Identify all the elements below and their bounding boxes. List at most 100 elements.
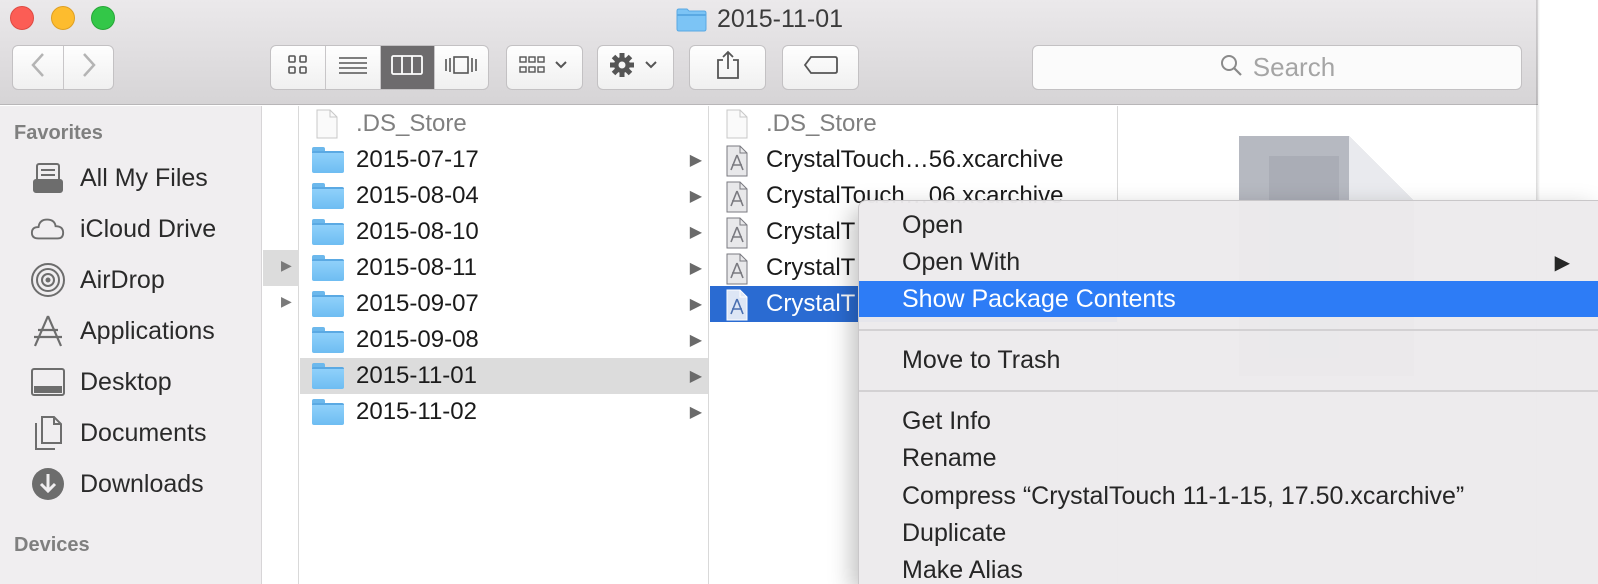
item-name: .DS_Store bbox=[766, 110, 877, 137]
zoom-window-button[interactable] bbox=[91, 6, 115, 30]
list-item[interactable]: .DS_Store bbox=[710, 106, 1117, 142]
nav-button-group bbox=[12, 45, 114, 90]
item-name: CrystalTouch…56.xcarchive bbox=[766, 146, 1064, 173]
list-item[interactable]: 2015-09-08 ▶ bbox=[300, 322, 708, 358]
window-title-text: 2015-11-01 bbox=[717, 4, 844, 33]
folder-icon bbox=[312, 289, 344, 319]
column-dates: .DS_Store 2015-07-17 ▶ 2015-08-04 ▶ 2015… bbox=[300, 106, 709, 584]
folder-icon bbox=[676, 8, 707, 32]
toolbar: 2015-11-01 Search bbox=[0, 0, 1538, 105]
tag-button[interactable] bbox=[782, 45, 859, 90]
item-name: 2015-08-11 bbox=[356, 254, 477, 281]
sidebar-item-applications[interactable]: Applications bbox=[30, 309, 215, 353]
disclosure-arrow-icon: ▶ bbox=[689, 224, 702, 241]
folder-icon bbox=[312, 181, 344, 211]
column-parent: ▶ ▶ bbox=[263, 106, 299, 584]
xcarchive-icon bbox=[722, 253, 754, 285]
menu-item-rename[interactable]: Rename bbox=[859, 440, 1598, 476]
icon-view-button[interactable] bbox=[271, 46, 325, 89]
gear-icon bbox=[608, 51, 664, 84]
item-name: 2015-11-02 bbox=[356, 398, 477, 425]
menu-item-label: Make Alias bbox=[902, 555, 1023, 584]
column-view-button[interactable] bbox=[379, 46, 434, 89]
devices-header: Devices bbox=[14, 534, 90, 556]
folder-icon bbox=[312, 145, 344, 175]
folder-icon bbox=[312, 397, 344, 427]
sidebar-item-label: Applications bbox=[80, 316, 215, 345]
back-button[interactable] bbox=[13, 46, 63, 89]
sidebar-item-all-my-files[interactable]: All My Files bbox=[30, 156, 208, 200]
menu-item-label: Compress “CrystalTouch 11-1-15, 17.50.xc… bbox=[902, 481, 1465, 510]
list-item[interactable]: CrystalTouch…56.xcarchive bbox=[710, 142, 1117, 178]
folder-icon bbox=[312, 325, 344, 355]
sidebar-item-airdrop[interactable]: AirDrop bbox=[30, 258, 165, 302]
sidebar-item-label: Downloads bbox=[80, 469, 204, 498]
disclosure-arrow-icon: ▶ bbox=[689, 368, 702, 385]
list-item[interactable]: 2015-08-11 ▶ bbox=[300, 250, 708, 286]
cover-flow-view-button[interactable] bbox=[433, 46, 488, 89]
airdrop-icon bbox=[30, 262, 66, 298]
forward-button[interactable] bbox=[63, 46, 113, 89]
action-button[interactable] bbox=[597, 45, 674, 90]
menu-item-compress[interactable]: Compress “CrystalTouch 11-1-15, 17.50.xc… bbox=[859, 478, 1598, 514]
document-icon bbox=[312, 109, 344, 139]
folder-icon bbox=[312, 253, 344, 283]
documents-icon bbox=[30, 415, 66, 451]
item-name: 2015-08-10 bbox=[356, 218, 479, 245]
desktop-icon bbox=[30, 364, 66, 400]
item-name: 2015-09-08 bbox=[356, 326, 479, 353]
list-item[interactable]: .DS_Store bbox=[300, 106, 708, 142]
all-files-icon bbox=[30, 160, 66, 196]
sidebar-item-icloud-drive[interactable]: iCloud Drive bbox=[30, 207, 216, 251]
list-item[interactable]: 2015-07-17 ▶ bbox=[300, 142, 708, 178]
menu-item-open-with[interactable]: Open With ▶ bbox=[859, 244, 1598, 280]
sidebar-item-downloads[interactable]: Downloads bbox=[30, 462, 204, 506]
minimize-window-button[interactable] bbox=[51, 6, 75, 30]
sidebar-item-desktop[interactable]: Desktop bbox=[30, 360, 172, 404]
list-item[interactable]: 2015-08-10 ▶ bbox=[300, 214, 708, 250]
list-icon bbox=[338, 54, 368, 81]
item-name: 2015-07-17 bbox=[356, 146, 479, 173]
disclosure-arrow-icon: ▶ bbox=[689, 260, 702, 277]
disclosure-arrow-icon: ▶ bbox=[281, 257, 292, 273]
item-name: 2015-11-01 bbox=[356, 362, 477, 389]
sidebar-item-label: iCloud Drive bbox=[80, 214, 217, 243]
search-field[interactable]: Search bbox=[1032, 45, 1522, 90]
menu-item-label: Move to Trash bbox=[902, 345, 1061, 374]
menu-item-open[interactable]: Open bbox=[859, 207, 1598, 243]
list-item-selected[interactable]: 2015-11-01 ▶ bbox=[300, 358, 708, 394]
item-name: .DS_Store bbox=[356, 110, 467, 137]
disclosure-arrow-icon: ▶ bbox=[689, 404, 702, 421]
menu-item-show-package-contents[interactable]: Show Package Contents bbox=[859, 281, 1598, 317]
search-icon bbox=[1219, 53, 1243, 82]
list-item[interactable]: 2015-09-07 ▶ bbox=[300, 286, 708, 322]
close-window-button[interactable] bbox=[10, 6, 34, 30]
menu-item-label: Get Info bbox=[902, 406, 991, 435]
share-button[interactable] bbox=[689, 45, 766, 90]
menu-separator bbox=[859, 390, 1598, 392]
chevron-left-icon bbox=[30, 52, 46, 83]
context-menu: Open Open With ▶ Show Package Contents M… bbox=[858, 200, 1598, 584]
item-name: 2015-09-07 bbox=[356, 290, 479, 317]
menu-item-label: Duplicate bbox=[902, 518, 1007, 547]
downloads-icon bbox=[30, 466, 66, 502]
menu-item-get-info[interactable]: Get Info bbox=[859, 403, 1598, 439]
disclosure-arrow-icon: ▶ bbox=[281, 293, 292, 309]
menu-item-label: Open bbox=[902, 210, 964, 239]
chevron-right-icon bbox=[81, 52, 97, 83]
arrange-button[interactable] bbox=[506, 45, 583, 90]
menu-item-move-to-trash[interactable]: Move to Trash bbox=[859, 342, 1598, 378]
list-view-button[interactable] bbox=[325, 46, 379, 89]
item-name: CrystalT bbox=[766, 254, 856, 281]
list-item[interactable]: 2015-08-04 ▶ bbox=[300, 178, 708, 214]
menu-item-make-alias[interactable]: Make Alias bbox=[859, 552, 1598, 584]
grid-icon bbox=[287, 54, 309, 81]
cover-flow-icon bbox=[444, 54, 478, 81]
list-item[interactable]: 2015-11-02 ▶ bbox=[300, 394, 708, 430]
cloud-icon bbox=[30, 211, 66, 247]
disclosure-arrow-icon: ▶ bbox=[689, 152, 702, 169]
sidebar-item-documents[interactable]: Documents bbox=[30, 411, 206, 455]
menu-item-duplicate[interactable]: Duplicate bbox=[859, 515, 1598, 551]
disclosure-arrow-icon: ▶ bbox=[689, 188, 702, 205]
window-title: 2015-11-01 bbox=[676, 4, 843, 34]
